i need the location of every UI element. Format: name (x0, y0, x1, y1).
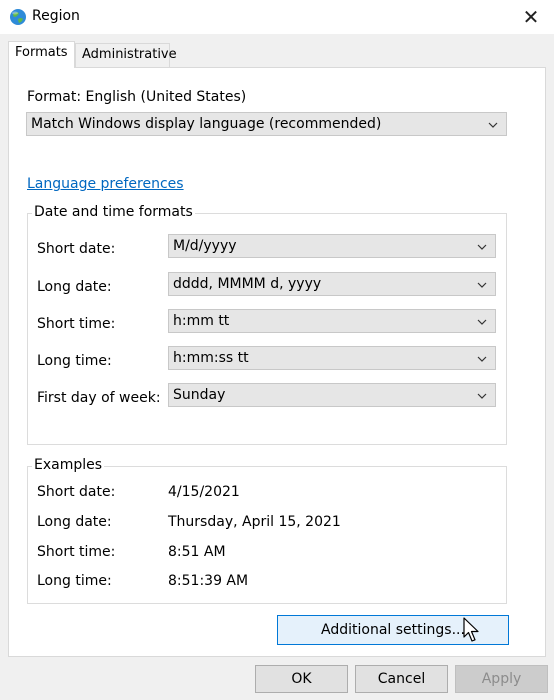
chevron-down-icon (488, 122, 498, 128)
ok-button[interactable]: OK (255, 665, 348, 693)
example-short-date-label: Short date: (37, 484, 116, 500)
chevron-down-icon (477, 393, 487, 399)
formats-panel: Format: English (United States) Match Wi… (8, 67, 546, 657)
example-short-time-value: 8:51 AM (168, 544, 226, 560)
long-date-label: Long date: (37, 279, 112, 295)
cancel-label: Cancel (377, 671, 426, 687)
short-date-dropdown[interactable]: M/d/yyyy (168, 234, 496, 258)
title-bar: Region ✕ (0, 0, 554, 34)
date-time-formats-group: Date and time formats Short date: M/d/yy… (27, 204, 507, 445)
date-time-formats-legend: Date and time formats (32, 204, 195, 220)
format-label: Format: English (United States) (27, 89, 247, 105)
additional-settings-label: Additional settings... (321, 622, 465, 638)
close-icon: ✕ (522, 5, 540, 29)
chevron-down-icon (477, 356, 487, 362)
apply-label: Apply (481, 671, 522, 687)
long-date-dropdown[interactable]: dddd, MMMM d, yyyy (168, 272, 496, 296)
short-time-dropdown[interactable]: h:mm tt (168, 309, 496, 333)
example-long-time-value: 8:51:39 AM (168, 573, 249, 589)
short-time-label: Short time: (37, 316, 116, 332)
language-preferences-link[interactable]: Language preferences (27, 176, 184, 192)
first-day-of-week-label: First day of week: (37, 390, 161, 406)
close-button[interactable]: ✕ (508, 0, 554, 34)
chevron-down-icon (477, 282, 487, 288)
short-time-value: h:mm tt (173, 313, 230, 329)
format-dropdown[interactable]: Match Windows display language (recommen… (26, 112, 507, 136)
example-long-time-label: Long time: (37, 573, 112, 589)
mouse-cursor-icon (463, 617, 479, 642)
short-date-label: Short date: (37, 241, 116, 257)
examples-legend: Examples (32, 457, 105, 473)
short-date-value: M/d/yyyy (173, 238, 237, 254)
cancel-button[interactable]: Cancel (355, 665, 448, 693)
ok-label: OK (291, 671, 312, 687)
long-time-label: Long time: (37, 353, 112, 369)
example-long-date-value: Thursday, April 15, 2021 (168, 514, 341, 530)
long-date-value: dddd, MMMM d, yyyy (173, 276, 322, 292)
globe-icon (10, 9, 26, 25)
format-dropdown-value: Match Windows display language (recommen… (31, 116, 382, 132)
long-time-value: h:mm:ss tt (173, 350, 249, 366)
first-day-of-week-dropdown[interactable]: Sunday (168, 383, 496, 407)
example-long-date-label: Long date: (37, 514, 112, 530)
examples-group: Examples Short date: 4/15/2021 Long date… (27, 457, 507, 604)
tab-administrative[interactable]: Administrative (75, 43, 177, 67)
tab-administrative-label: Administrative (82, 47, 177, 62)
tab-formats[interactable]: Formats (8, 41, 75, 68)
tab-formats-label: Formats (15, 45, 68, 60)
first-day-of-week-value: Sunday (173, 387, 226, 403)
chevron-down-icon (477, 244, 487, 250)
apply-button[interactable]: Apply (455, 665, 548, 693)
chevron-down-icon (477, 319, 487, 325)
example-short-time-label: Short time: (37, 544, 116, 560)
example-short-date-value: 4/15/2021 (168, 484, 240, 500)
window-title: Region (32, 8, 80, 24)
long-time-dropdown[interactable]: h:mm:ss tt (168, 346, 496, 370)
